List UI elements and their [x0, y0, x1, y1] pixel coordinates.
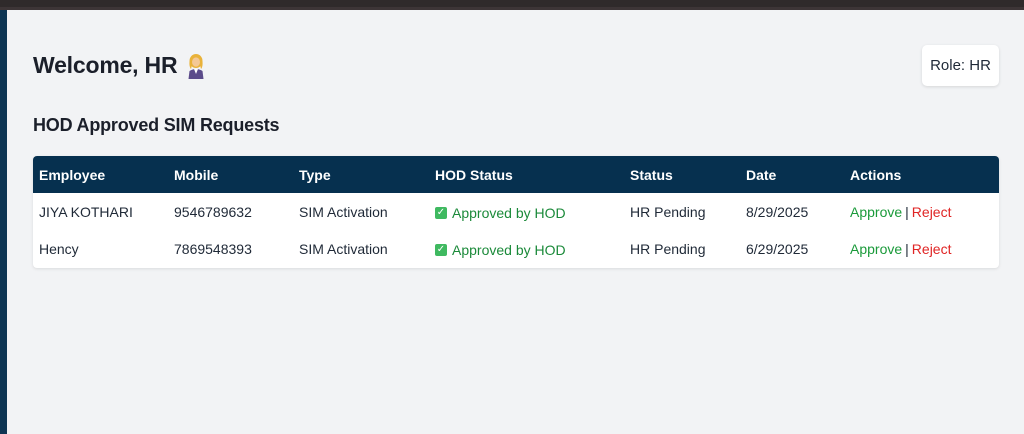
approve-link[interactable]: Approve — [850, 204, 902, 220]
hod-status-approved: ✓ Approved by HOD — [435, 205, 566, 221]
check-mark-icon: ✓ — [435, 207, 447, 219]
sidebar-rail — [0, 10, 7, 434]
section-title: HOD Approved SIM Requests — [33, 115, 280, 135]
cell-type: SIM Activation — [299, 203, 388, 220]
cell-status: HR Pending — [630, 203, 706, 220]
cell-employee: JIYA KOTHARI — [39, 203, 133, 220]
page-title: Welcome, HR — [33, 52, 205, 79]
cell-type: SIM Activation — [299, 240, 388, 257]
cell-hod-status: ✓ Approved by HOD — [429, 230, 624, 267]
table-header-row: Employee Mobile Type HOD Status Status D… — [33, 156, 999, 193]
column-header-date: Date — [746, 166, 777, 183]
approve-link[interactable]: Approve — [850, 241, 902, 257]
requests-table-card: Employee Mobile Type HOD Status Status D… — [33, 156, 999, 268]
main-content: Welcome, HR Role: HR HOD Approved SIM Re… — [7, 10, 1024, 434]
column-header-actions: Actions — [850, 166, 902, 183]
column-header-hod-status: HOD Status — [435, 166, 513, 183]
reject-link[interactable]: Reject — [912, 241, 952, 257]
welcome-text: Welcome, HR — [33, 52, 178, 78]
action-separator: | — [905, 240, 909, 257]
cell-date: 6/29/2025 — [746, 240, 809, 257]
hod-status-text: Approved by HOD — [452, 205, 566, 221]
requests-table: Employee Mobile Type HOD Status Status D… — [33, 156, 999, 267]
cell-status: HR Pending — [630, 240, 706, 257]
role-badge: Role: HR — [922, 45, 999, 86]
cell-mobile: 9546789632 — [174, 203, 252, 220]
column-header-status: Status — [630, 166, 673, 183]
cell-mobile: 7869548393 — [174, 240, 252, 257]
table-row: Hency 7869548393 SIM Activation ✓ Approv… — [33, 230, 999, 267]
table-row: JIYA KOTHARI 9546789632 SIM Activation ✓… — [33, 193, 999, 230]
cell-actions: Approve | Reject — [844, 230, 999, 267]
hod-status-approved: ✓ Approved by HOD — [435, 242, 566, 258]
column-header-type: Type — [299, 166, 331, 183]
cell-employee: Hency — [39, 240, 79, 257]
check-mark-icon: ✓ — [435, 244, 447, 256]
cell-hod-status: ✓ Approved by HOD — [429, 193, 624, 230]
woman-office-worker-icon — [187, 53, 205, 79]
hod-status-text: Approved by HOD — [452, 242, 566, 258]
reject-link[interactable]: Reject — [912, 204, 952, 220]
cell-date: 8/29/2025 — [746, 203, 809, 220]
column-header-employee: Employee — [39, 166, 106, 183]
browser-top-strip — [0, 0, 1024, 10]
action-separator: | — [905, 203, 909, 220]
column-header-mobile: Mobile — [174, 166, 219, 183]
cell-actions: Approve | Reject — [844, 193, 999, 230]
